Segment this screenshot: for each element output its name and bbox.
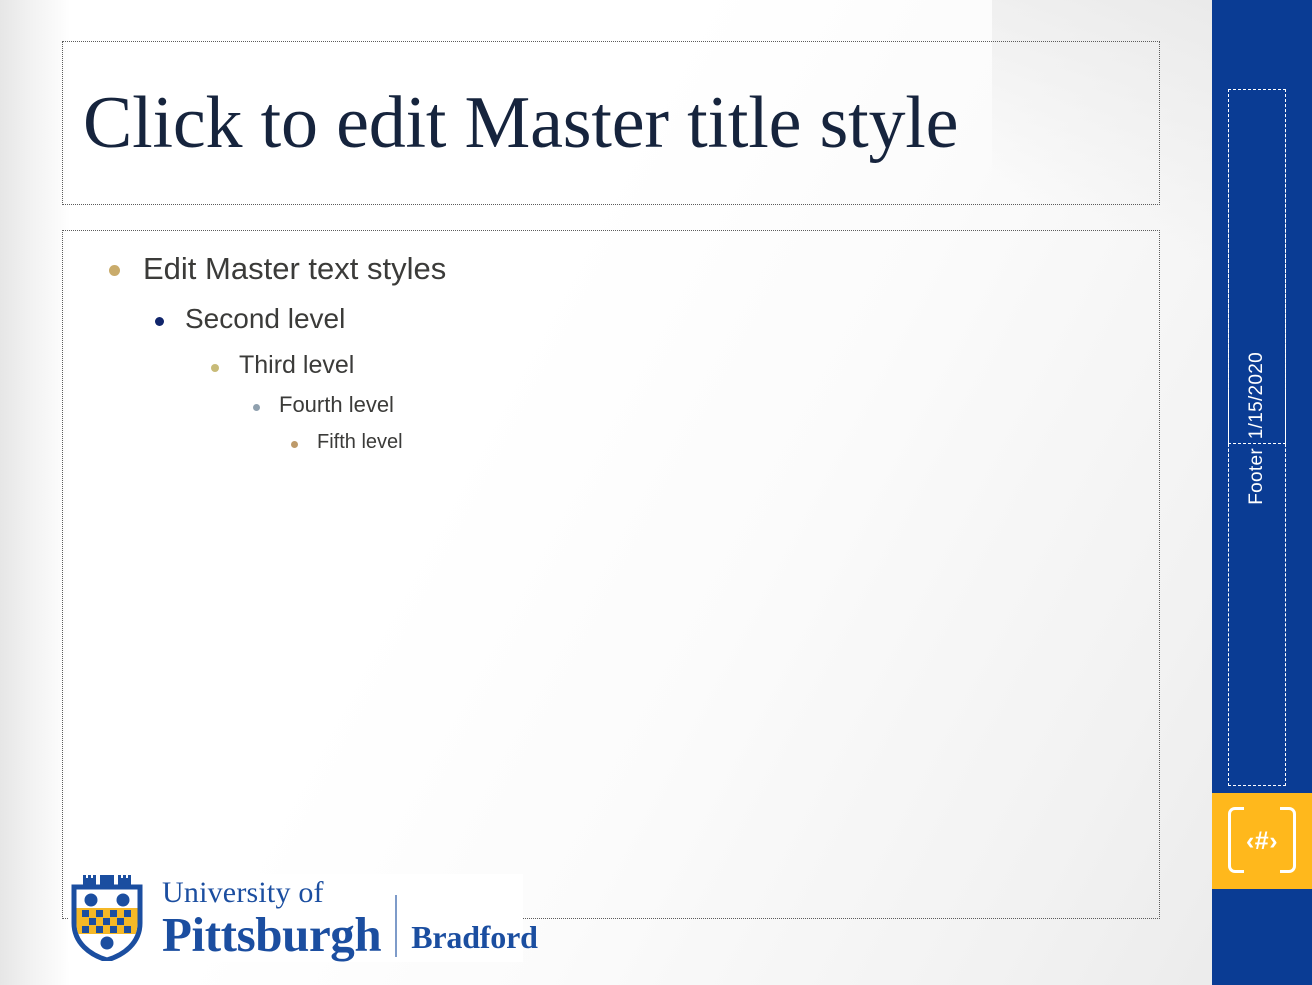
footer-text: Footer xyxy=(1246,448,1267,505)
logo-campus-name: Bradford xyxy=(411,918,538,955)
bullet-dot-icon xyxy=(211,363,219,372)
body-content-placeholder[interactable]: Edit Master text styles Second level Thi… xyxy=(62,230,1160,919)
logo-line-pittsburgh: Pittsburgh xyxy=(162,906,382,962)
bullet-dot-icon xyxy=(109,265,120,276)
pitt-bradford-logo: University of Pittsburgh Bradford xyxy=(68,874,538,962)
slide-number-text: ‹#› xyxy=(1245,826,1279,855)
title-placeholder[interactable]: Click to edit Master title style xyxy=(62,41,1160,205)
bullet-dot-icon xyxy=(155,317,164,327)
bullet-text-level-4: Fourth level xyxy=(279,392,394,418)
logo-divider xyxy=(395,894,398,957)
bullet-text-level-5: Fifth level xyxy=(317,430,403,453)
bullet-dot-icon xyxy=(291,440,298,448)
logo-university-name: University of Pittsburgh xyxy=(162,875,382,962)
date-placeholder[interactable]: 1/15/2020 xyxy=(1228,89,1286,444)
master-text-level-list: Edit Master text styles Second level Thi… xyxy=(81,249,1141,455)
bullet-text-level-1: Edit Master text styles xyxy=(143,251,447,286)
list-item[interactable]: Fourth level xyxy=(81,391,1141,420)
list-item[interactable]: Third level xyxy=(81,349,1141,382)
logo-line-university: University of xyxy=(162,875,324,909)
background-gradient-left xyxy=(0,0,70,985)
list-item[interactable]: Second level xyxy=(81,301,1141,337)
bullet-text-level-2: Second level xyxy=(185,303,346,335)
slide-number-placeholder[interactable]: ‹#› xyxy=(1212,793,1312,889)
logo-wordmark: University of Pittsburgh Bradford xyxy=(162,875,538,962)
bullet-text-level-3: Third level xyxy=(239,350,355,379)
bullet-dot-icon xyxy=(253,404,260,412)
list-item[interactable]: Edit Master text styles xyxy=(81,249,1141,289)
footer-placeholder[interactable]: Footer xyxy=(1228,444,1286,786)
date-text: 1/15/2020 xyxy=(1246,351,1267,439)
slide-canvas: Click to edit Master title style Edit Ma… xyxy=(0,0,1312,985)
pitt-shield-icon xyxy=(71,875,143,961)
page-title: Click to edit Master title style xyxy=(83,81,959,164)
list-item[interactable]: Fifth level xyxy=(81,429,1141,455)
